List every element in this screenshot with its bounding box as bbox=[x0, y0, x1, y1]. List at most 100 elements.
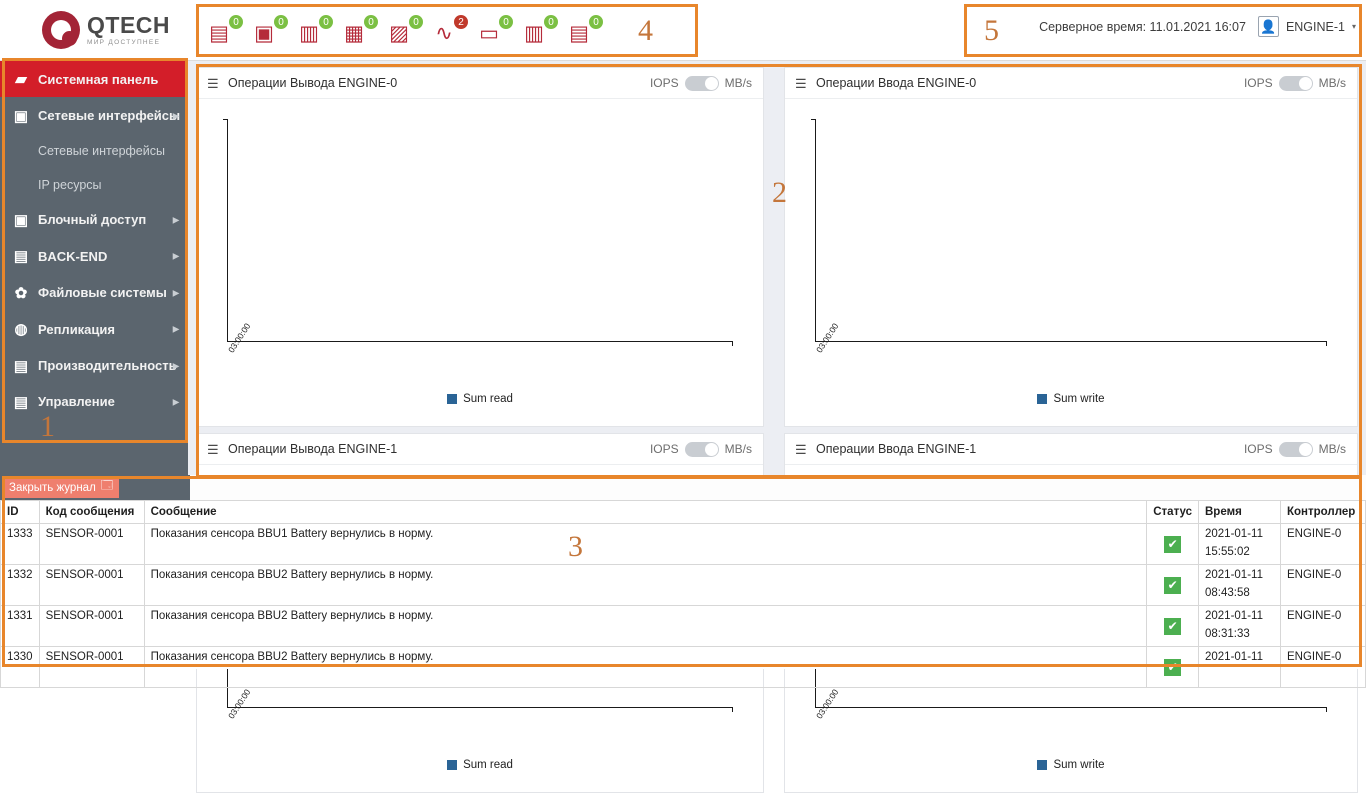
log-cell-message: Показания сенсора BBU2 Battery вернулись… bbox=[143, 646, 1148, 688]
chevron-right-icon: ▶ bbox=[172, 361, 179, 371]
toolbar-badge: 0 bbox=[363, 13, 379, 30]
log-time: 08:43:58 bbox=[1205, 587, 1250, 599]
sidebar-item-label: Репликация bbox=[38, 321, 115, 337]
bar-chart-icon: ▤ bbox=[13, 357, 29, 375]
chevron-right-icon: ▶ bbox=[172, 215, 179, 225]
panel-menu-icon[interactable]: ☰ bbox=[795, 77, 809, 90]
sidebar-item-файловые-системы[interactable]: ✿ Файловые системы ▶ bbox=[0, 275, 188, 311]
server-time-label: Серверное время: 11.01.2021 16:07 bbox=[1039, 19, 1246, 34]
chevron-right-icon: ▶ bbox=[172, 397, 179, 407]
log-col-header-1[interactable]: Код сообщения bbox=[38, 500, 145, 524]
status-icon-toolbar: ▤ 0 ▣ 0 ▥ 0 ▦ 0 ▨ 0 ∿ 2 ▭ 0 ▥ 0 ▤ 0 bbox=[196, 4, 604, 57]
table-row[interactable]: 1333 SENSOR-0001 Показания сенсора BBU1 Ba… bbox=[0, 523, 1366, 565]
folder-add-icon[interactable]: ▭ 0 bbox=[475, 13, 514, 48]
memory-module-icon[interactable]: ▥ 0 bbox=[520, 13, 559, 48]
log-toolbar-filler bbox=[190, 475, 1366, 500]
chart-panel-title: Операции Вывода ENGINE-0 bbox=[228, 76, 398, 90]
status-badge: ✔ bbox=[1164, 535, 1182, 553]
log-cell-message: Показания сенсора BBU1 Battery вернулись… bbox=[143, 523, 1148, 565]
sidebar-item-label: BACK-END bbox=[38, 248, 108, 264]
unit-toggle-group-2: IOPS MB/s bbox=[650, 441, 752, 457]
user-icon: 👤 bbox=[1257, 16, 1279, 37]
dashboard-main: ☰ Операции Вывода ENGINE-0 IOPS MB/s 03:00:0… bbox=[188, 61, 1366, 793]
table-row[interactable]: 1331 SENSOR-0001 Показания сенсора BBU2 Ba… bbox=[0, 605, 1366, 647]
legend-label: Sum read bbox=[463, 759, 513, 771]
chart-panel-0: ☰ Операции Вывода ENGINE-0 IOPS MB/s 03:00:0… bbox=[196, 67, 764, 427]
log-cell-controller: ENGINE-0 bbox=[1280, 523, 1366, 565]
sidebar-item-сетевые-интерфейсы[interactable]: ▣ Сетевые интерфейсы ▶ bbox=[0, 97, 188, 133]
panel-menu-icon[interactable]: ☰ bbox=[795, 443, 809, 456]
log-col-header-4[interactable]: Время bbox=[1198, 500, 1281, 524]
network-port-icon[interactable]: ▨ 0 bbox=[385, 13, 424, 48]
unit-toggle-switch[interactable] bbox=[1278, 441, 1313, 457]
log-col-header-0[interactable]: ID bbox=[0, 500, 40, 524]
log-cell-code: SENSOR-0001 bbox=[38, 646, 145, 688]
sidebar-item-системная-панель[interactable]: ▰ Системная панель bbox=[0, 61, 188, 98]
chart-legend-2: Sum read bbox=[197, 759, 763, 771]
close-journal-icon: 🗔 bbox=[100, 480, 114, 492]
sidebar-item-производительность[interactable]: ▤ Производительность ▶ bbox=[0, 347, 188, 383]
replication-link-icon[interactable]: ▤ 0 bbox=[565, 13, 604, 48]
brand-text: QTECH МИР ДОСТУПНЕЕ bbox=[87, 11, 170, 47]
chart-legend-0: Sum read bbox=[197, 393, 763, 405]
log-cell-code: SENSOR-0001 bbox=[38, 564, 145, 606]
unit-toggle-switch[interactable] bbox=[684, 75, 719, 91]
chevron-right-icon: ▶ bbox=[172, 288, 179, 298]
sidebar-item-label: Производительность bbox=[38, 358, 177, 374]
user-menu[interactable]: 👤 ENGINE-1 ▾ bbox=[1257, 16, 1356, 37]
log-cell-status: ✔ bbox=[1146, 646, 1199, 688]
chart-panel-1: ☰ Операции Ввода ENGINE-0 IOPS MB/s 03:00:00… bbox=[784, 67, 1358, 427]
header-right-zone: Серверное время: 11.01.2021 16:07 👤 ENGI… bbox=[1039, 16, 1356, 37]
log-col-header-5[interactable]: Контроллер bbox=[1280, 500, 1366, 524]
server-rack-icon[interactable]: ▥ 0 bbox=[295, 13, 334, 48]
sidebar-subitem-0[interactable]: Сетевые интерфейсы bbox=[0, 134, 188, 168]
table-row[interactable]: 1332 SENSOR-0001 Показания сенсора BBU2 Ba… bbox=[0, 564, 1366, 606]
brand-logo[interactable]: QTECH МИР ДОСТУПНЕЕ bbox=[42, 11, 170, 49]
y-axis-top-tick bbox=[811, 119, 816, 120]
sidebar-item-блочный-доступ[interactable]: ▣ Блочный доступ ▶ bbox=[0, 202, 188, 238]
log-time: 15:55:02 bbox=[1205, 546, 1250, 558]
unit-label-mbs: MB/s bbox=[724, 76, 752, 90]
sidebar-item-back-end[interactable]: ▤ BACK-END ▶ bbox=[0, 238, 188, 274]
signal-alert-icon[interactable]: ∿ 2 bbox=[430, 13, 469, 48]
chart-panel-header-3: ☰ Операции Ввода ENGINE-1 IOPS MB/s bbox=[785, 434, 1357, 465]
toolbar-badge: 0 bbox=[498, 13, 514, 30]
sidebar-item-репликация[interactable]: ◍ Репликация ▶ bbox=[0, 311, 188, 347]
status-badge: ✔ bbox=[1164, 617, 1182, 635]
database-stack-icon[interactable]: ▤ 0 bbox=[205, 13, 244, 48]
unit-toggle-switch[interactable] bbox=[684, 441, 719, 457]
chevron-right-icon: ▶ bbox=[172, 324, 179, 334]
close-journal-button[interactable]: Закрыть журнал 🗔 bbox=[3, 477, 120, 498]
toolbar-badge: 0 bbox=[588, 13, 604, 30]
toggles-icon: ▤ bbox=[13, 393, 29, 411]
chevron-down-icon: ▾ bbox=[1351, 22, 1356, 31]
log-cell-code: SENSOR-0001 bbox=[38, 605, 145, 647]
sidebar-item-label: Файловые системы bbox=[38, 285, 167, 301]
panel-menu-icon[interactable]: ☰ bbox=[207, 443, 221, 456]
chart-plot-area-1: 03:00:00 Sum write bbox=[785, 99, 1357, 426]
legend-label: Sum read bbox=[463, 393, 513, 405]
log-col-header-2[interactable]: Сообщение bbox=[143, 500, 1148, 524]
log-date: 2021-01-11 bbox=[1205, 528, 1263, 540]
panel-menu-icon[interactable]: ☰ bbox=[207, 77, 221, 90]
toolbar-badge: 0 bbox=[228, 13, 244, 30]
disk-drive-icon[interactable]: ▣ 0 bbox=[250, 13, 289, 48]
chart-panel-title: Операции Ввода ENGINE-0 bbox=[816, 76, 977, 90]
sidebar-item-label: Сетевые интерфейсы bbox=[38, 108, 181, 124]
toolbar-badge: 0 bbox=[273, 13, 289, 30]
close-journal-label: Закрыть журнал bbox=[9, 481, 96, 494]
chart-panel-title: Операции Ввода ENGINE-1 bbox=[816, 442, 977, 456]
sidebar-item-label: Управление bbox=[38, 394, 115, 410]
x-axis-end-tick bbox=[1326, 707, 1327, 712]
table-row[interactable]: 1330 SENSOR-0001 Показания сенсора BBU2 Ba… bbox=[0, 646, 1366, 688]
log-cell-message: Показания сенсора BBU2 Battery вернулись… bbox=[143, 605, 1148, 647]
brand-name: QTECH bbox=[87, 11, 170, 38]
status-badge: ✔ bbox=[1164, 576, 1182, 594]
legend-swatch bbox=[1037, 760, 1048, 770]
sidebar-item-управление[interactable]: ▤ Управление ▶ bbox=[0, 384, 188, 420]
log-cell-id: 1332 bbox=[0, 564, 40, 606]
unit-toggle-switch[interactable] bbox=[1278, 75, 1313, 91]
server-settings-icon[interactable]: ▦ 0 bbox=[340, 13, 379, 48]
log-col-header-3[interactable]: Статус bbox=[1146, 500, 1199, 524]
sidebar-subitem-1[interactable]: IP ресурсы bbox=[0, 168, 188, 202]
